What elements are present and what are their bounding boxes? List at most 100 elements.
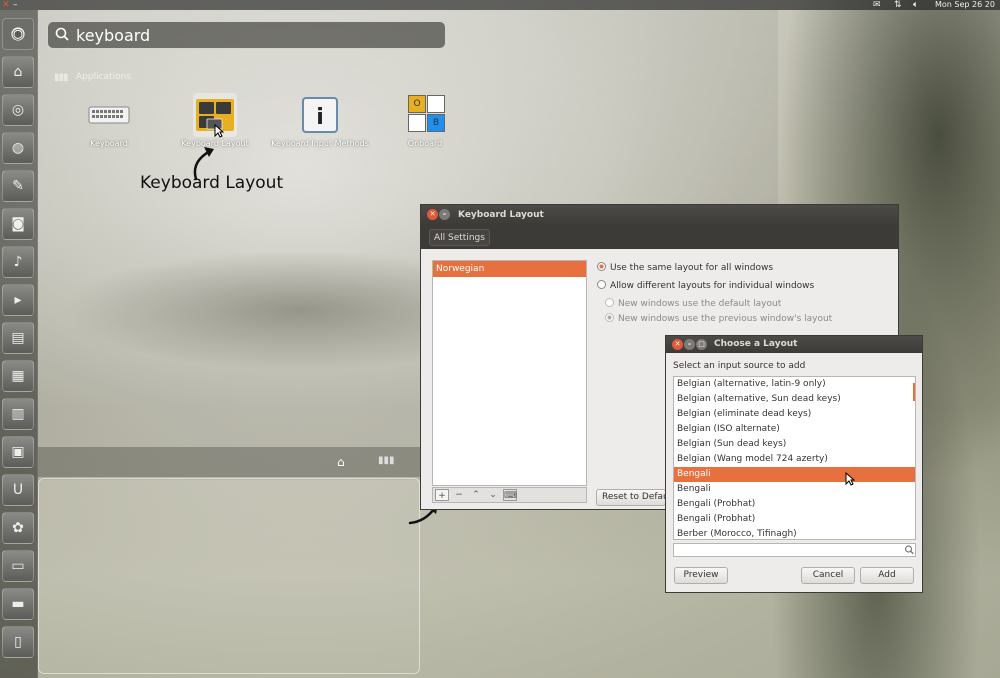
impress-icon[interactable]: ▥ xyxy=(2,398,34,430)
clock[interactable]: Mon Sep 26 20 xyxy=(935,0,1000,10)
window-title: Keyboard Layout xyxy=(458,210,544,220)
list-item[interactable]: Belgian (eliminate dead keys) xyxy=(674,407,915,422)
annotation-arrow xyxy=(193,147,214,181)
list-item[interactable]: Belgian (Sun dead keys) xyxy=(674,437,915,452)
launcher: ◉ ⌂ ◎ ◍ ✎ ◙ ♪ ▸ ▤ ▦ ▥ ▣ U ✿ ▭ ▬ ▯ xyxy=(0,10,38,678)
chromium-icon[interactable]: ◎ xyxy=(2,94,34,126)
cancel-button[interactable]: Cancel xyxy=(801,567,855,584)
applications-lens-icon: ▮▮▮ xyxy=(54,72,68,83)
list-item[interactable]: Berber (Morocco, Tifinagh) xyxy=(674,527,915,539)
ubuntu-one-icon[interactable]: U xyxy=(2,474,34,506)
applications-heading[interactable]: Applications xyxy=(76,72,131,82)
layout-list-toolbar: + − ⌃ ⌄ ⌨ xyxy=(432,487,587,503)
radio-button xyxy=(605,298,614,307)
list-item[interactable]: Belgian (alternative, latin-9 only) xyxy=(674,377,915,392)
remove-layout-button[interactable]: − xyxy=(452,489,466,501)
software-center-icon[interactable]: ▣ xyxy=(2,436,34,468)
onboard-key-blank xyxy=(408,114,426,132)
minimize-icon[interactable]: – xyxy=(684,339,695,350)
dash-lens-bar xyxy=(38,447,420,477)
move-up-button[interactable]: ⌃ xyxy=(469,489,483,501)
list-item[interactable]: Norwegian xyxy=(433,261,586,277)
network-icon[interactable]: ⇅ xyxy=(894,0,902,10)
home-folder-icon[interactable]: ⌂ xyxy=(2,56,34,88)
choose-layout-dialog: ✕ – □ Choose a Layout Select an input so… xyxy=(665,335,923,593)
onboard-key-blank xyxy=(427,95,445,113)
search-input[interactable] xyxy=(76,24,436,46)
onboard-key-b: B xyxy=(427,114,445,132)
app-keyboard[interactable]: Keyboard xyxy=(59,93,159,153)
camera-icon[interactable]: ◙ xyxy=(2,208,34,240)
search-icon xyxy=(55,27,69,41)
firefox-icon[interactable]: ◍ xyxy=(2,132,34,164)
gimp-icon[interactable]: ✿ xyxy=(2,512,34,544)
keyboard-icon xyxy=(88,106,130,124)
option-label: New windows use the previous window's la… xyxy=(618,314,833,324)
applications-lens-icon[interactable]: ▮▮▮ xyxy=(378,455,395,466)
layout-search-field[interactable] xyxy=(673,543,916,557)
terminal-icon[interactable]: ▸ xyxy=(2,284,34,316)
dialog-title: Choose a Layout xyxy=(714,339,798,349)
mouse-pointer-icon xyxy=(845,472,855,486)
minimize-icon[interactable]: – xyxy=(13,0,18,10)
screen-icon[interactable]: ▬ xyxy=(2,588,34,620)
mouse-pointer-icon xyxy=(214,124,224,138)
workspace-preview xyxy=(38,478,420,674)
maximize-icon[interactable]: □ xyxy=(696,339,707,350)
app-label: Onboard xyxy=(407,139,443,148)
option-different-layouts[interactable]: Allow different layouts for individual w… xyxy=(597,279,814,293)
list-item[interactable]: Belgian (ISO alternate) xyxy=(674,422,915,437)
text-editor-icon[interactable]: ✎ xyxy=(2,170,34,202)
preview-button[interactable]: Preview xyxy=(674,567,728,584)
ubuntu-bfb-icon[interactable]: ◉ xyxy=(2,18,34,50)
radio-button xyxy=(605,313,614,322)
app-label: Keyboard Input Methods xyxy=(271,139,369,148)
workspace-switcher-icon[interactable]: ▭ xyxy=(2,550,34,582)
list-item[interactable]: Bengali (Probhat) xyxy=(674,512,915,527)
move-down-button[interactable]: ⌄ xyxy=(486,489,500,501)
input-source-list[interactable]: Belgian (alternative, latin-9 only) Belg… xyxy=(673,376,916,540)
calc-icon[interactable]: ▦ xyxy=(2,360,34,392)
list-item[interactable]: Bengali (Probhat) xyxy=(674,497,915,512)
microphone-icon[interactable]: ♪ xyxy=(2,246,34,278)
add-layout-button[interactable]: + xyxy=(435,489,449,501)
dialog-subtitle: Select an input source to add xyxy=(673,361,806,371)
all-settings-button[interactable]: All Settings xyxy=(429,229,490,246)
app-keyboard-input-methods[interactable]: i Keyboard Input Methods xyxy=(270,93,370,153)
reset-to-defaults-button[interactable]: Reset to Defaults xyxy=(596,489,666,506)
list-item[interactable]: Belgian (alternative, Sun dead keys) xyxy=(674,392,915,407)
close-icon[interactable]: ✕ xyxy=(427,209,438,220)
trash-icon[interactable]: ▯ xyxy=(2,626,34,658)
close-icon[interactable]: ✕ xyxy=(2,0,10,10)
keyboard-preview-button[interactable]: ⌨ xyxy=(503,489,517,501)
dialog-titlebar[interactable]: ✕ – □ Choose a Layout xyxy=(666,336,922,353)
option-label: New windows use the default layout xyxy=(618,299,782,309)
window-titlebar[interactable]: ✕ – Keyboard Layout xyxy=(421,205,898,225)
add-button[interactable]: Add xyxy=(860,567,914,584)
minimize-icon[interactable]: – xyxy=(439,209,450,220)
close-icon[interactable]: ✕ xyxy=(672,339,683,350)
list-item-selected[interactable]: Bengali xyxy=(674,467,915,482)
option-same-layout[interactable]: Use the same layout for all windows xyxy=(597,261,773,275)
radio-button[interactable] xyxy=(597,280,606,289)
writer-icon[interactable]: ▤ xyxy=(2,322,34,354)
option-label: Use the same layout for all windows xyxy=(610,263,774,273)
app-onboard[interactable]: O B Onboard xyxy=(375,93,475,153)
info-icon: i xyxy=(302,97,338,133)
list-item[interactable]: Bengali xyxy=(674,482,915,497)
option-label: Allow different layouts for individual w… xyxy=(610,281,815,291)
onboard-key-o: O xyxy=(408,95,426,113)
volume-icon[interactable]: 🔈︎ xyxy=(913,0,918,10)
app-label: Keyboard xyxy=(90,139,128,148)
mail-icon[interactable]: ✉ xyxy=(873,0,881,10)
option-previous-layout: New windows use the previous window's la… xyxy=(605,312,832,326)
option-default-layout: New windows use the default layout xyxy=(605,297,781,311)
layout-list[interactable]: Norwegian xyxy=(432,260,587,486)
window-toolbar: All Settings xyxy=(421,225,898,249)
scrollbar-thumb[interactable] xyxy=(913,383,915,401)
radio-button[interactable] xyxy=(597,262,606,271)
top-panel: ✕ – ✉ ⇅ 🔈︎ Mon Sep 26 20 xyxy=(0,0,1000,10)
onboard-icon: O B xyxy=(403,93,447,137)
list-item[interactable]: Belgian (Wang model 724 azerty) xyxy=(674,452,915,467)
home-lens-icon[interactable]: ⌂ xyxy=(337,455,345,469)
